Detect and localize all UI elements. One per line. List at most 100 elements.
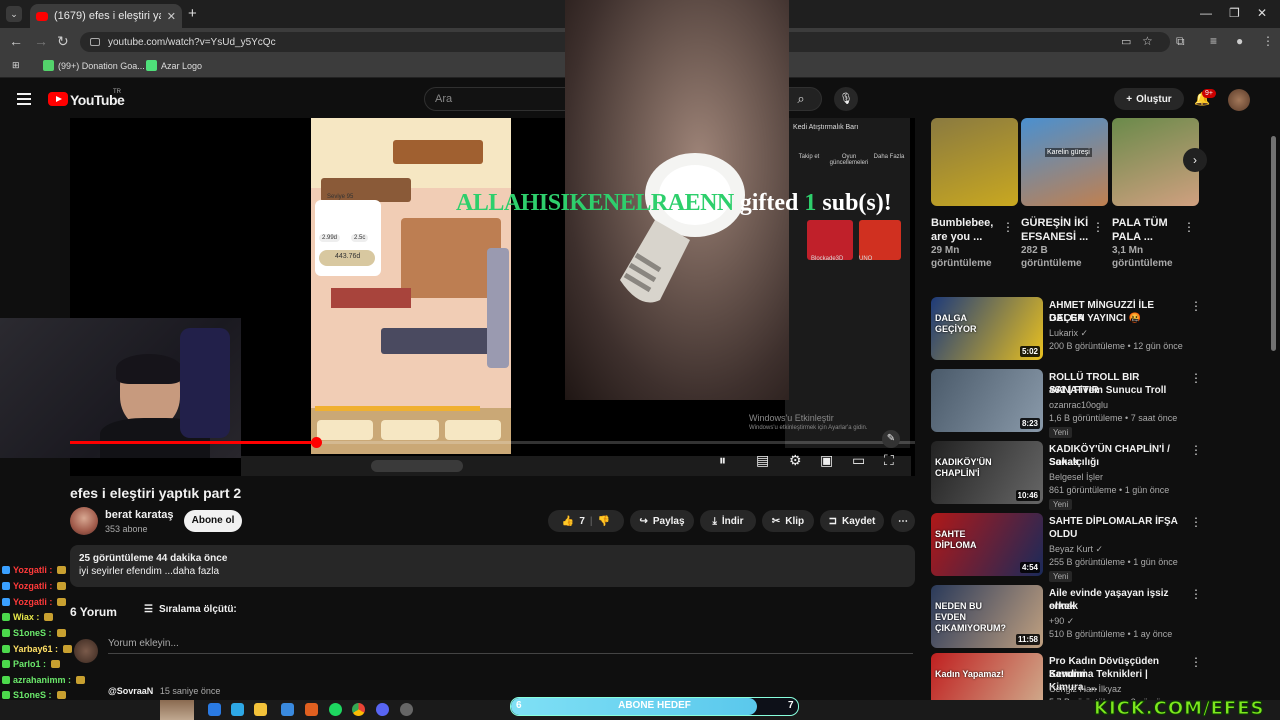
shelf-thumbnail[interactable] (931, 118, 1018, 206)
video-channel[interactable]: Lukarix ✓ (1049, 328, 1088, 339)
video-channel[interactable]: +90 ✓ (1049, 616, 1074, 627)
video-title-line[interactable]: #61 | Fivem Sunucu Troll (1049, 384, 1184, 397)
save-button[interactable]: ⊐ Kaydet (820, 510, 884, 532)
video-channel[interactable]: Cengiz Han İlkyaz (1049, 684, 1122, 694)
close-tab-icon[interactable]: ✕ (167, 10, 176, 23)
fullscreen-icon[interactable]: ⛶ (884, 452, 894, 469)
tab-search-button[interactable]: ⌄ (6, 6, 22, 22)
miniplayer-icon[interactable]: ▣ (820, 452, 833, 469)
channel-name[interactable]: berat karataş (105, 509, 174, 521)
more-options-icon[interactable]: ⋮ (1092, 220, 1104, 234)
profile-icon[interactable]: ● (1236, 34, 1243, 48)
video-thumbnail[interactable]: 8:23 (931, 369, 1043, 432)
shelf-next-arrow-icon[interactable]: › (1183, 148, 1207, 172)
video-title-line[interactable]: GEÇEN YAYINCI 🤬 (1049, 312, 1184, 325)
reload-button[interactable]: ↻ (57, 33, 69, 50)
more-options-icon[interactable]: ⋮ (1190, 299, 1202, 313)
sub-gift-alert: ALLAHISIKENELRAENN gifted 1 sub(s)! (456, 190, 892, 217)
more-options-icon[interactable]: ⋮ (1190, 371, 1202, 385)
browser-menu-icon[interactable]: ⋮ (1262, 34, 1274, 48)
bookmark-azar-logo[interactable]: Azar Logo (146, 60, 202, 71)
voice-search-icon[interactable]: 🎙 (834, 87, 858, 111)
more-actions-button[interactable]: ⋯ (891, 510, 915, 532)
menu-icon[interactable] (17, 93, 31, 108)
video-thumbnail[interactable]: NEDEN BU EVDEN ÇIKAMIYORUM? 11:58 (931, 585, 1043, 648)
subtitles-icon[interactable]: ▤ (756, 452, 769, 469)
subscriber-count: 353 abone (105, 524, 148, 534)
file-explorer-icon[interactable] (254, 703, 267, 716)
channel-avatar[interactable] (70, 507, 98, 535)
video-channel[interactable]: ozanrac10oglu (1049, 400, 1108, 410)
more-options-icon[interactable]: ⋮ (1190, 655, 1202, 669)
subscribe-button[interactable]: Abone ol (184, 510, 242, 532)
video-thumbnail[interactable]: KADIKÖY'ÜN CHAPLİN'İ 10:46 (931, 441, 1043, 504)
theater-mode-icon[interactable]: ▭ (852, 452, 865, 469)
like-button[interactable]: 👍 7 (562, 516, 585, 527)
chat-emote-icon (57, 598, 67, 606)
shelf-item-text[interactable]: PALA TÜM PALA ... 3,1 Mn görüntüleme (1112, 216, 1173, 270)
spotify-icon[interactable] (329, 703, 342, 716)
discord-icon[interactable] (376, 703, 389, 716)
browser-tab-active[interactable]: (1679) efes i eleştiri yaptık part ✕ (30, 4, 182, 28)
site-info-icon[interactable] (90, 38, 100, 46)
back-button[interactable]: ← (9, 33, 23, 49)
apps-grid-icon[interactable]: ⊞ (12, 60, 20, 71)
shelf-title: Bumblebee, (931, 217, 994, 229)
video-channel[interactable]: Beyaz Kurt ✓ (1049, 544, 1103, 555)
forward-button[interactable]: → (34, 33, 48, 49)
more-options-icon[interactable]: ⋮ (1190, 443, 1202, 457)
share-button[interactable]: ↪ Paylaş (630, 510, 694, 532)
video-channel[interactable]: Belgesel İşler (1049, 472, 1103, 482)
extensions-icon[interactable]: ⧉ (1176, 34, 1185, 49)
shelf-item-text[interactable]: Bumblebee, are you ... 29 Mn görüntüleme (931, 216, 993, 270)
more-options-icon[interactable]: ⋮ (1190, 515, 1202, 529)
create-label: Oluştur (1136, 93, 1172, 105)
account-avatar[interactable] (1228, 89, 1250, 111)
chat-badge-icon (2, 691, 10, 699)
video-duration: 4:54 (1019, 562, 1040, 573)
page-scrollbar[interactable] (1271, 136, 1276, 351)
game-value: 2.99d (319, 234, 341, 242)
new-tab-button[interactable]: + (188, 5, 197, 22)
video-title-line[interactable]: SAHTE DİPLOMALAR İFŞA (1049, 515, 1184, 528)
chrome-icon[interactable] (352, 703, 365, 716)
more-options-icon[interactable]: ⋮ (1002, 220, 1014, 234)
description-text[interactable]: iyi seyirler efendim ...daha fazla (79, 566, 219, 577)
edge-icon[interactable] (208, 703, 221, 716)
scrubber-handle[interactable] (311, 437, 322, 448)
restore-button[interactable]: ❐ (1229, 6, 1240, 20)
autoplay-toggle[interactable]: ⏸ (719, 452, 726, 469)
video-title-line[interactable]: OLDU (1049, 528, 1184, 541)
sort-comments-button[interactable]: ☰ Sıralama ölçütü: (144, 604, 237, 615)
minimize-button[interactable]: — (1200, 6, 1212, 20)
video-title-line[interactable]: Sanatçılığı (1049, 456, 1184, 469)
video-duration: 10:46 (1015, 490, 1040, 501)
media-icon[interactable]: ≡ (1210, 34, 1217, 48)
youtube-logo-icon[interactable] (48, 92, 68, 106)
comment-author[interactable]: @SovraaN (108, 686, 153, 696)
create-button[interactable]: + Oluştur (1114, 88, 1184, 110)
edit-icon[interactable]: ✎ (882, 430, 900, 448)
cast-icon[interactable]: ▭ (1121, 35, 1131, 48)
close-window-button[interactable]: ✕ (1257, 6, 1267, 20)
clip-button[interactable]: ✂ Klip (762, 510, 814, 532)
office-icon[interactable] (305, 703, 318, 716)
bookmark-donation-goal[interactable]: (99+) Donation Goa... (43, 60, 145, 71)
copilot-icon[interactable] (231, 703, 244, 716)
shelf-title: EFSANESİ ... (1021, 231, 1089, 243)
download-button[interactable]: ⤓ İndir (700, 510, 756, 532)
video-thumbnail[interactable]: SAHTE DİPLOMA 4:54 (931, 513, 1043, 576)
more-options-icon[interactable]: ⋮ (1190, 587, 1202, 601)
settings-gear-icon[interactable]: ⚙ (789, 452, 802, 469)
shelf-item-text[interactable]: GÜREŞİN İKİ EFSANESİ ... 282 B görüntüleme (1021, 216, 1088, 270)
store-icon[interactable] (281, 703, 294, 716)
video-title-line[interactable]: olmak (1049, 600, 1184, 613)
add-comment-input[interactable]: Yorum ekleyin... (108, 638, 913, 654)
bookmark-star-icon[interactable]: ☆ (1142, 34, 1153, 48)
shelf-thumbnail[interactable]: Karelin güreşi (1021, 118, 1108, 206)
dislike-button[interactable]: 👎 (598, 516, 610, 527)
sub-goal-label: ABONE HEDEF (618, 700, 691, 711)
app-icon[interactable] (400, 703, 413, 716)
more-options-icon[interactable]: ⋮ (1183, 220, 1195, 234)
video-thumbnail[interactable]: DALGA GEÇİYOR 5:02 (931, 297, 1043, 360)
